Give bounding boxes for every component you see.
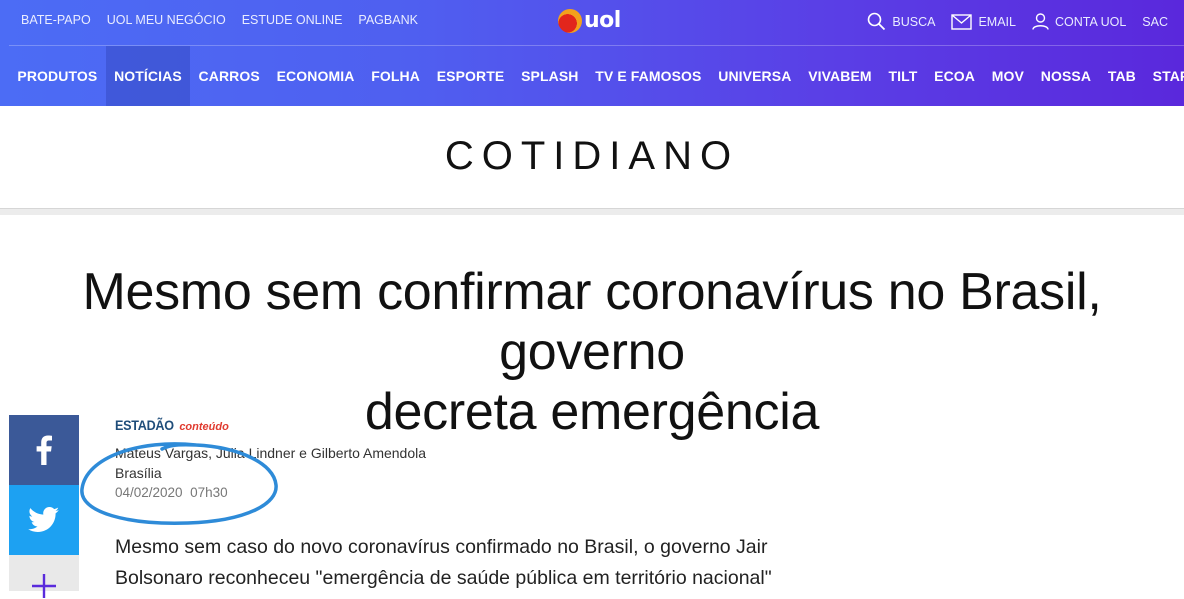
article-headline: Mesmo sem confirmar coronavírus no Brasi… [0,262,1184,442]
nav-item-noticias[interactable]: NOTÍCIAS [105,46,191,106]
nav-item-produtos[interactable]: PRODUTOS [9,46,106,106]
nav-item-carros[interactable]: CARROS [190,46,268,106]
search-button[interactable]: BUSCA [867,12,935,31]
account-button[interactable]: CONTA UOL [1032,13,1126,30]
facebook-icon [36,435,52,465]
user-icon [1032,13,1049,30]
uol-logo-icon [558,9,582,33]
top-link-estude-online[interactable]: ESTUDE ONLINE [242,13,343,27]
share-facebook-button[interactable] [9,415,79,485]
top-link-bate-papo[interactable]: BATE-PAPO [21,13,91,27]
nav-item-tv-e-famosos[interactable]: TV E FAMOSOS [587,46,710,106]
sac-label: SAC [1142,14,1168,29]
source-tag: conteúdo [179,421,229,433]
nav-item-splash[interactable]: SPLASH [513,46,587,106]
body-line-1: Mesmo sem caso do novo coronavírus confi… [115,536,768,558]
nav-item-ecoa[interactable]: ECOA [926,46,984,106]
nav-item-start[interactable]: START [1144,46,1184,106]
source-name: ESTADÃO [115,417,174,433]
nav-item-mov[interactable]: MOV [983,46,1032,106]
top-link-meu-negocio[interactable]: UOL MEU NEGÓCIO [107,13,226,27]
article-body: Mesmo sem caso do novo coronavírus confi… [115,532,835,594]
search-icon [868,12,886,31]
share-more-button[interactable] [9,555,79,598]
sac-link[interactable]: SAC [1142,15,1168,29]
nav-item-economia[interactable]: ECONOMIA [268,46,363,106]
nav-item-tab[interactable]: TAB [1099,46,1144,106]
headline-line-1: Mesmo sem confirmar coronavírus no Brasi… [82,263,1102,381]
top-links: BATE-PAPO UOL MEU NEGÓCIO ESTUDE ONLINE … [21,13,418,27]
section-banner: COTIDIANO [0,106,1184,209]
nav-item-folha[interactable]: FOLHA [363,46,429,106]
plus-icon [32,574,56,598]
source-logo: ESTADÃO conteúdo [115,417,229,433]
section-title[interactable]: COTIDIANO [0,134,1184,179]
search-label: BUSCA [892,14,936,29]
annotation-circle [80,442,278,525]
email-label: EMAIL [978,14,1016,29]
nav-item-esporte[interactable]: ESPORTE [428,46,512,106]
envelope-icon [951,13,973,30]
uol-logo-text: uol [584,8,621,33]
body-line-2: Bolsonaro reconheceu "emergência de saúd… [115,567,772,589]
nav-item-universa[interactable]: UNIVERSA [710,46,800,106]
top-link-pagbank[interactable]: PAGBANK [358,13,418,27]
account-label: CONTA UOL [1054,14,1127,29]
top-bar: BATE-PAPO UOL MEU NEGÓCIO ESTUDE ONLINE … [0,0,1184,45]
uol-logo[interactable]: uol [558,9,621,33]
twitter-icon [28,507,60,532]
section-separator [0,209,1184,215]
email-button[interactable]: EMAIL [951,13,1016,30]
main-nav: PRODUTOS NOTÍCIAS CARROS ECONOMIA FOLHA … [9,46,1184,106]
header-utility-links: BUSCA EMAIL CONTA UOL SAC [867,12,1168,31]
nav-item-vivabem[interactable]: VIVABEM [800,46,880,106]
nav-item-tilt[interactable]: TILT [880,46,926,106]
site-header: BATE-PAPO UOL MEU NEGÓCIO ESTUDE ONLINE … [0,0,1184,106]
nav-item-nossa[interactable]: NOSSA [1032,46,1099,106]
headline-line-2: decreta emergência [364,383,820,441]
share-twitter-button[interactable] [9,485,79,555]
